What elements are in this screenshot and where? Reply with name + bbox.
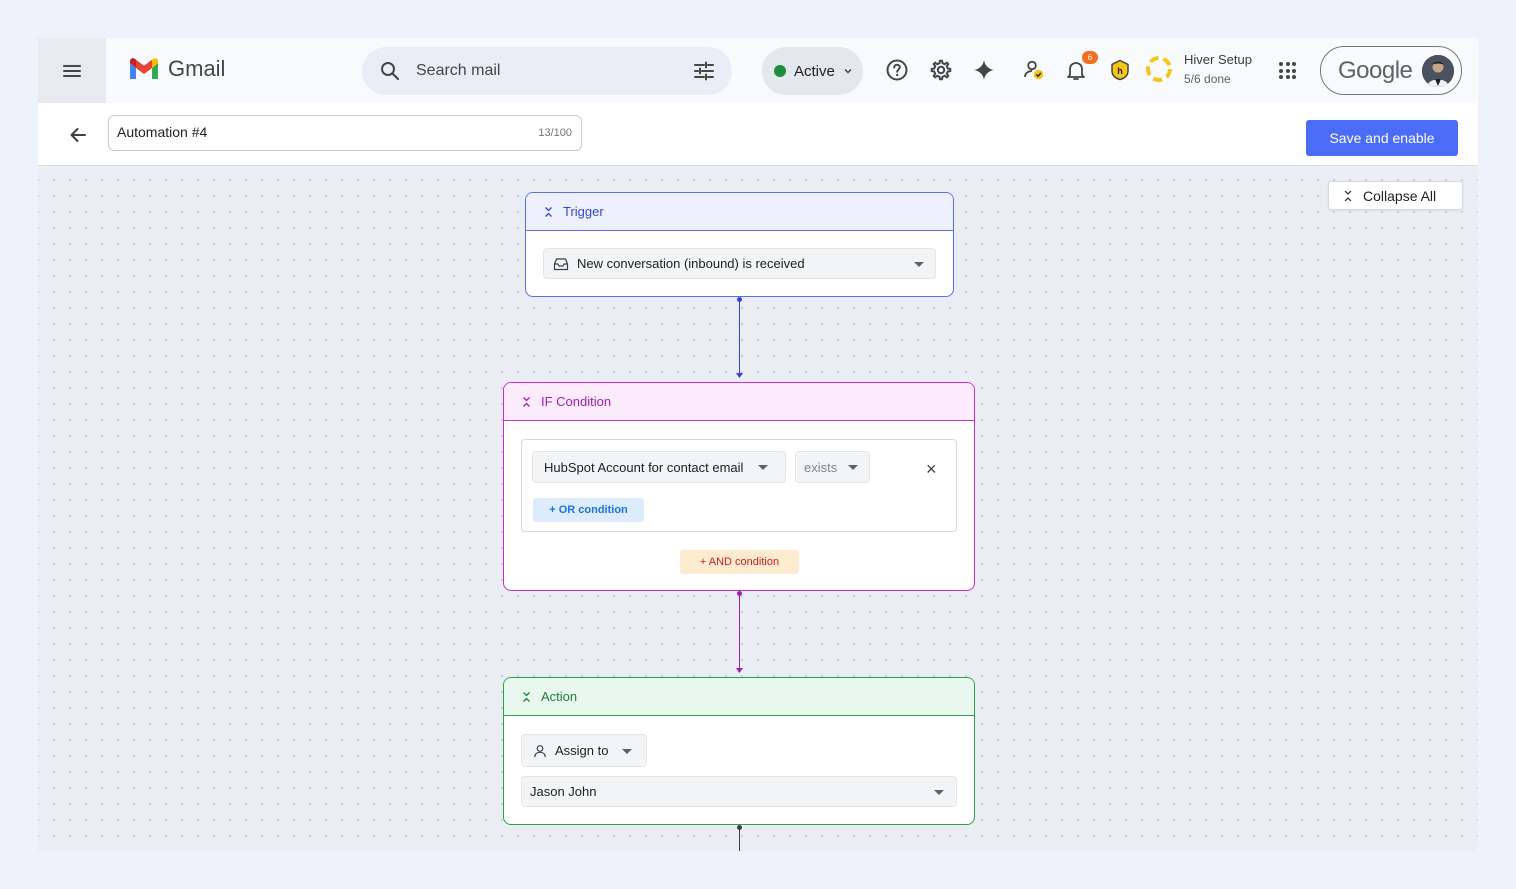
gmail-m-icon — [130, 58, 158, 79]
chevron-down-icon — [844, 68, 852, 74]
settings-gear-icon[interactable] — [929, 58, 953, 82]
hiver-setup-progress[interactable]: Hiver Setup 5/6 done — [1144, 52, 1252, 86]
collapse-chevron-icon[interactable] — [522, 691, 531, 703]
notification-count-badge: 6 — [1082, 51, 1098, 64]
back-arrow-icon[interactable] — [68, 125, 88, 145]
connector-arrow-icon — [736, 373, 743, 378]
hiver-setup-title: Hiver Setup — [1184, 52, 1252, 67]
connector-dot — [737, 591, 742, 596]
connector-dot — [737, 297, 742, 302]
action-card-header[interactable]: Action — [504, 678, 974, 716]
trigger-card: Trigger New conversation (inbound) is re… — [525, 192, 954, 297]
condition-operator-select[interactable]: exists — [795, 451, 870, 483]
assigned-user-check-icon[interactable] — [1022, 58, 1046, 82]
dropdown-caret-icon — [934, 790, 944, 795]
collapse-all-button[interactable]: Collapse All — [1328, 181, 1463, 210]
app-name: Gmail — [168, 56, 226, 81]
action-next-connector — [739, 828, 740, 851]
character-counter: 13/100 — [538, 127, 572, 139]
dropdown-caret-icon — [758, 465, 768, 470]
collapse-all-label: Collapse All — [1363, 187, 1437, 204]
condition-card-header[interactable]: IF Condition — [504, 383, 974, 421]
search-bar[interactable] — [362, 47, 732, 95]
automation-name-field[interactable]: 13/100 — [108, 115, 582, 151]
action-card: Action Assign to Jason John — [503, 677, 975, 825]
app-frame: Gmail Active — [38, 38, 1478, 851]
help-icon[interactable] — [885, 58, 909, 82]
workflow-canvas[interactable]: Collapse All Trigger New conversation (i… — [38, 166, 1478, 851]
hiver-setup-status: 5/6 done — [1184, 72, 1231, 86]
main-menu-button[interactable] — [38, 38, 106, 103]
condition-field-select[interactable]: HubSpot Account for contact email — [532, 451, 786, 483]
inbox-icon — [553, 257, 569, 270]
assignee-value: Jason John — [530, 784, 597, 799]
google-account-button[interactable]: Google — [1320, 46, 1462, 95]
hamburger-icon[interactable] — [63, 64, 81, 77]
google-brand-text: Google — [1338, 56, 1413, 84]
connector-arrow-icon — [736, 668, 743, 673]
dropdown-caret-icon — [622, 749, 632, 754]
remove-condition-close-icon[interactable]: × — [926, 460, 937, 478]
add-and-condition-button[interactable]: + AND condition — [680, 550, 799, 574]
condition-action-connector — [739, 594, 740, 670]
condition-operator-value: exists — [804, 459, 838, 475]
collapse-chevron-icon[interactable] — [522, 396, 531, 408]
gmail-logo[interactable]: Gmail — [128, 56, 225, 82]
google-apps-icon[interactable] — [1279, 62, 1296, 79]
dropdown-caret-icon — [848, 465, 858, 470]
gmail-header: Gmail Active — [38, 38, 1478, 103]
search-icon[interactable] — [378, 59, 402, 83]
if-condition-card: IF Condition HubSpot Account for contact… — [503, 382, 975, 591]
trigger-title: Trigger — [563, 204, 604, 219]
progress-ring-icon — [1146, 56, 1172, 82]
connector-dot — [737, 825, 742, 830]
automation-header: 13/100 Save and enable — [38, 103, 1478, 166]
automation-name-input[interactable] — [117, 124, 497, 140]
condition-group: HubSpot Account for contact email exists… — [521, 439, 957, 532]
action-type-select[interactable]: Assign to — [521, 734, 647, 767]
search-options-icon[interactable] — [692, 59, 716, 83]
trigger-condition-connector — [739, 300, 740, 376]
condition-title: IF Condition — [541, 394, 612, 409]
svg-text:h: h — [1117, 66, 1123, 76]
assignee-select[interactable]: Jason John — [521, 776, 957, 807]
hiver-shield-icon[interactable]: h — [1108, 58, 1132, 82]
trigger-event-select[interactable]: New conversation (inbound) is received — [543, 248, 936, 279]
save-and-enable-button[interactable]: Save and enable — [1306, 120, 1458, 156]
status-label: Active — [794, 62, 835, 80]
avatar[interactable] — [1422, 54, 1455, 87]
search-input[interactable] — [416, 59, 676, 83]
collapse-chevron-icon[interactable] — [544, 206, 553, 218]
collapse-icon — [1344, 190, 1352, 201]
trigger-event-value: New conversation (inbound) is received — [577, 256, 805, 271]
gemini-sparkle-icon[interactable] — [972, 58, 996, 82]
dropdown-caret-icon — [914, 262, 924, 267]
status-dot-icon — [774, 65, 786, 77]
status-selector[interactable]: Active — [762, 47, 863, 95]
condition-field-value: HubSpot Account for contact email — [544, 459, 744, 475]
trigger-card-header[interactable]: Trigger — [526, 193, 953, 231]
action-title: Action — [541, 689, 578, 704]
add-or-condition-button[interactable]: + OR condition — [533, 498, 644, 522]
action-type-value: Assign to — [555, 743, 609, 758]
user-icon — [534, 744, 546, 757]
